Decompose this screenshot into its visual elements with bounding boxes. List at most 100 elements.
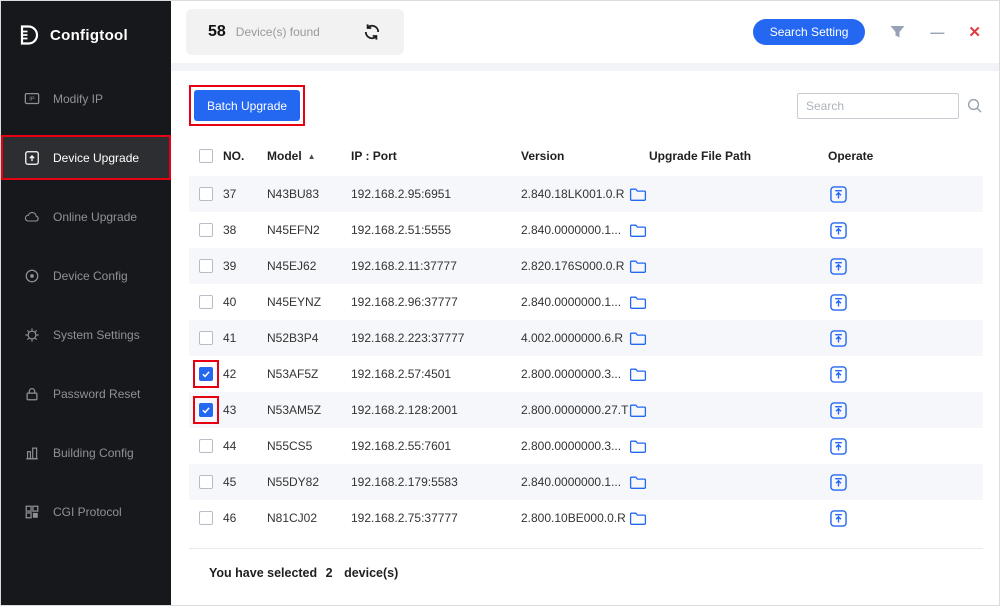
upgrade-upload-icon[interactable] [830, 330, 847, 347]
row-checkbox[interactable] [199, 259, 213, 273]
row-version: 2.800.0000000.3... [521, 428, 621, 464]
row-model: N45EYNZ [267, 284, 351, 320]
sidebar: Configtool IPModify IPDevice UpgradeOnli… [1, 1, 171, 605]
svg-text:IP: IP [29, 96, 35, 102]
row-checkbox-annotation [193, 504, 219, 532]
row-version: 2.840.0000000.1... [521, 464, 621, 500]
row-ip-port: 192.168.2.51:5555 [351, 212, 521, 248]
sidebar-item-password-reset[interactable]: Password Reset [1, 364, 171, 423]
row-checkbox[interactable] [199, 475, 213, 489]
folder-browse-icon[interactable] [629, 511, 647, 526]
window-controls: Search Setting — ✕ [753, 19, 981, 45]
selection-summary: You have selected 2 device(s) [189, 548, 983, 605]
row-checkbox[interactable] [199, 331, 213, 345]
batch-upgrade-button[interactable]: Batch Upgrade [194, 90, 300, 121]
upgrade-upload-icon[interactable] [830, 294, 847, 311]
row-model: N53AM5Z [267, 392, 351, 428]
row-no: 46 [223, 500, 267, 536]
row-model: N81CJ02 [267, 500, 351, 536]
col-header-ip-port[interactable]: IP : Port [351, 136, 521, 176]
folder-browse-icon[interactable] [629, 439, 647, 454]
row-ip-port: 192.168.2.128:2001 [351, 392, 521, 428]
filter-icon[interactable] [889, 25, 906, 39]
folder-browse-icon[interactable] [629, 475, 647, 490]
online-upgrade-icon [24, 209, 40, 225]
folder-browse-icon[interactable] [629, 403, 647, 418]
upgrade-upload-icon[interactable] [830, 222, 847, 239]
upgrade-upload-icon[interactable] [830, 402, 847, 419]
sidebar-item-device-config[interactable]: Device Config [1, 246, 171, 305]
row-checkbox[interactable] [199, 511, 213, 525]
sidebar-item-online-upgrade[interactable]: Online Upgrade [1, 187, 171, 246]
folder-browse-icon[interactable] [629, 331, 647, 346]
row-no: 38 [223, 212, 267, 248]
minimize-button[interactable]: — [930, 25, 944, 39]
device-count-label: Device(s) found [236, 25, 320, 39]
upgrade-upload-icon[interactable] [830, 474, 847, 491]
batch-upgrade-annotation-box: Batch Upgrade [189, 85, 305, 126]
row-checkbox-annotation [193, 180, 219, 208]
row-checkbox[interactable] [199, 403, 213, 417]
building-config-icon [24, 445, 40, 461]
search-setting-button[interactable]: Search Setting [753, 19, 866, 45]
selected-suffix: device(s) [344, 566, 398, 580]
sidebar-item-label: Modify IP [53, 92, 103, 106]
upgrade-upload-icon[interactable] [830, 258, 847, 275]
close-button[interactable]: ✕ [968, 25, 981, 40]
row-ip-port: 192.168.2.57:4501 [351, 356, 521, 392]
refresh-icon[interactable] [362, 22, 382, 42]
col-header-no[interactable]: NO. [223, 136, 267, 176]
row-ip-port: 192.168.2.223:37777 [351, 320, 521, 356]
row-no: 41 [223, 320, 267, 356]
modify-ip-icon: IP [24, 91, 40, 107]
folder-browse-icon[interactable] [629, 223, 647, 238]
row-version: 2.800.0000000.3... [521, 356, 621, 392]
row-checkbox-annotation [193, 252, 219, 280]
sidebar-item-label: Password Reset [53, 387, 140, 401]
row-checkbox-annotation [193, 216, 219, 244]
upgrade-upload-icon[interactable] [830, 186, 847, 203]
sidebar-item-label: System Settings [53, 328, 140, 342]
sidebar-item-cgi-protocol[interactable]: CGI Protocol [1, 482, 171, 541]
col-header-version[interactable]: Version [521, 136, 621, 176]
device-row: 39N45EJ62192.168.2.11:377772.820.176S000… [189, 248, 983, 284]
row-checkbox[interactable] [199, 295, 213, 309]
row-version: 2.800.10BE000.0.R [521, 500, 621, 536]
device-row: 38N45EFN2192.168.2.51:55552.840.0000000.… [189, 212, 983, 248]
row-model: N45EFN2 [267, 212, 351, 248]
select-all-checkbox[interactable] [199, 149, 213, 163]
upgrade-upload-icon[interactable] [830, 438, 847, 455]
upgrade-upload-icon[interactable] [830, 366, 847, 383]
search-icon[interactable] [966, 97, 983, 114]
configtool-logo-icon [17, 23, 41, 47]
row-model: N53AF5Z [267, 356, 351, 392]
device-row: 43N53AM5Z192.168.2.128:20012.800.0000000… [189, 392, 983, 428]
sidebar-item-building-config[interactable]: Building Config [1, 423, 171, 482]
cgi-protocol-icon [24, 504, 40, 520]
folder-browse-icon[interactable] [629, 259, 647, 274]
col-header-operate: Operate [818, 136, 983, 176]
sidebar-item-system-settings[interactable]: System Settings [1, 305, 171, 364]
row-checkbox[interactable] [199, 223, 213, 237]
search-input[interactable] [797, 93, 959, 119]
row-model: N55DY82 [267, 464, 351, 500]
upgrade-upload-icon[interactable] [830, 510, 847, 527]
device-row: 44N55CS5192.168.2.55:76012.800.0000000.3… [189, 428, 983, 464]
sort-ascending-icon[interactable]: ▲ [308, 152, 316, 161]
sidebar-item-modify-ip[interactable]: IP Modify IP [1, 69, 171, 128]
row-version: 2.840.0000000.1... [521, 212, 621, 248]
row-no: 42 [223, 356, 267, 392]
row-checkbox[interactable] [199, 439, 213, 453]
folder-browse-icon[interactable] [629, 187, 647, 202]
sidebar-item-device-upgrade[interactable]: Device Upgrade [1, 135, 171, 180]
row-ip-port: 192.168.2.179:5583 [351, 464, 521, 500]
folder-browse-icon[interactable] [629, 295, 647, 310]
sidebar-item-label: CGI Protocol [53, 505, 122, 519]
folder-browse-icon[interactable] [629, 367, 647, 382]
row-checkbox[interactable] [199, 367, 213, 381]
row-no: 45 [223, 464, 267, 500]
device-table: NO. Model▲ IP : Port Version Upgrade Fil… [189, 136, 983, 536]
row-checkbox[interactable] [199, 187, 213, 201]
col-header-model[interactable]: Model▲ [267, 136, 351, 176]
row-checkbox-annotation [193, 396, 219, 424]
